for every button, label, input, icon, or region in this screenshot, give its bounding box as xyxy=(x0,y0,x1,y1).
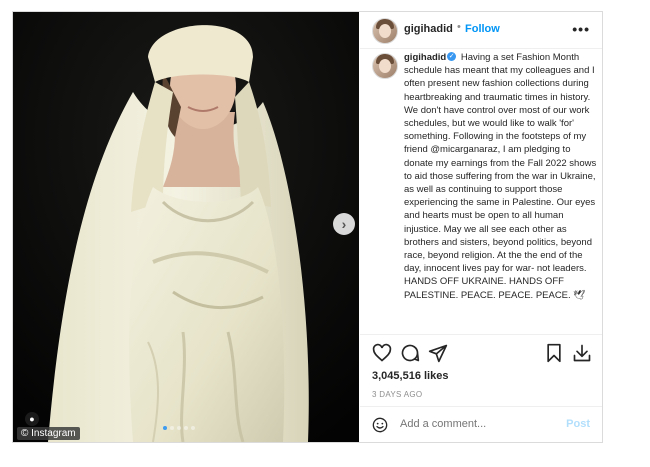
bookmark-icon[interactable] xyxy=(544,343,564,363)
carousel-dot xyxy=(191,426,195,430)
share-icon[interactable] xyxy=(428,343,448,363)
caption-area: gigihadid ✓ Having a set Fashion Month sc… xyxy=(360,49,602,334)
instagram-post: › ● © Instagram gigihadid • Follow ••• g… xyxy=(12,11,603,443)
verified-badge-icon: ✓ xyxy=(447,52,457,62)
next-image-button[interactable]: › xyxy=(333,213,355,235)
post-sidebar: gigihadid • Follow ••• gigihadid ✓ Having… xyxy=(360,12,602,442)
post-image[interactable]: › ● © Instagram xyxy=(13,12,359,442)
carousel-dot xyxy=(163,426,167,430)
avatar[interactable] xyxy=(372,53,398,79)
carousel-dots xyxy=(163,426,195,430)
carousel-dot xyxy=(184,426,188,430)
caption: gigihadid ✓ Having a set Fashion Month sc… xyxy=(404,51,598,302)
post-header: gigihadid • Follow ••• xyxy=(360,12,602,49)
comment-input[interactable] xyxy=(400,418,550,430)
separator-dot: • xyxy=(457,21,461,33)
like-count[interactable]: 3,045,516 likes xyxy=(372,370,448,382)
carousel-dot xyxy=(170,426,174,430)
post-date: 3 DAYS AGO xyxy=(372,390,423,399)
more-options-icon[interactable]: ••• xyxy=(572,21,590,37)
instagram-watermark: © Instagram xyxy=(17,427,80,440)
comment-icon[interactable] xyxy=(400,343,420,363)
caption-text: Having a set Fashion Month schedule has … xyxy=(404,52,597,301)
post-comment-button[interactable]: Post xyxy=(566,418,590,430)
comment-bar: Post xyxy=(360,406,602,443)
heart-icon[interactable] xyxy=(372,343,392,363)
caption-username[interactable]: gigihadid xyxy=(404,52,446,63)
download-icon[interactable] xyxy=(572,343,592,363)
runway-photo xyxy=(13,12,359,442)
emoji-icon[interactable] xyxy=(372,417,388,433)
avatar[interactable] xyxy=(372,18,398,44)
carousel-dot xyxy=(177,426,181,430)
person-icon[interactable]: ● xyxy=(25,412,39,426)
action-bar xyxy=(360,334,602,367)
follow-button[interactable]: Follow xyxy=(465,23,500,35)
username-link[interactable]: gigihadid xyxy=(404,23,453,35)
